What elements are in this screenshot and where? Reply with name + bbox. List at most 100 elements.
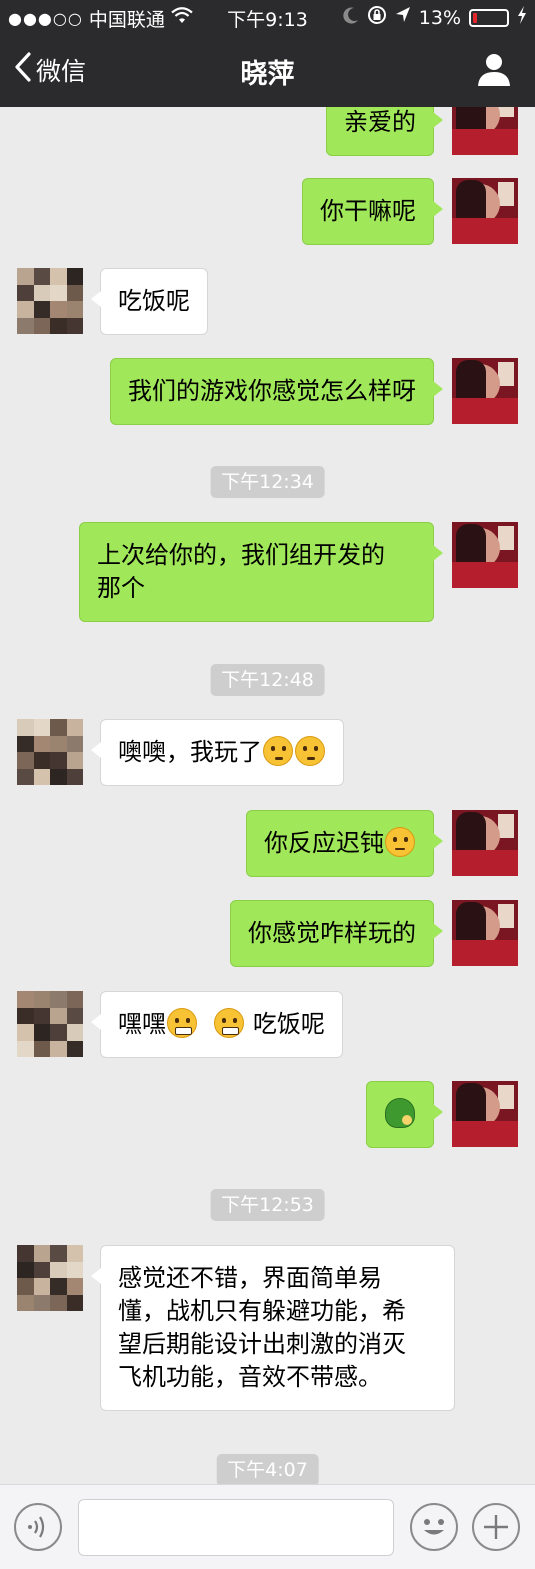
avatar-mosaic-cell [50,268,67,285]
smiley-icon[interactable] [410,1503,458,1551]
monocle-face-emoji [263,736,293,766]
battery-icon [469,8,509,27]
avatar-mosaic-cell [50,768,67,785]
avatar-mosaic-cell [17,752,34,769]
avatar-mosaic-cell [50,1040,67,1057]
message-text: 吃饭呢 [245,1010,325,1038]
my-avatar[interactable] [452,107,518,155]
timestamp: 下午12:34 [210,466,325,498]
avatar-mosaic-cell [50,1007,67,1024]
rotation-lock-icon [367,5,387,30]
avatar-mosaic-cell [50,719,67,736]
avatar-mosaic-cell [66,1040,83,1057]
avatar-mosaic-cell [66,284,83,301]
avatar-mosaic-cell [33,1245,50,1262]
avatar-mosaic-cell [33,1294,50,1311]
message-line: 那个 [97,574,145,602]
contact-avatar[interactable] [17,268,83,334]
avatar-mosaic-cell [66,735,83,752]
chevron-left-icon [14,52,32,88]
avatar-mosaic-cell [17,1245,34,1262]
battery-percent: 13% [418,6,461,29]
avatar-mosaic-cell [33,1040,50,1057]
their-message-bubble[interactable]: 嘿嘿 吃饭呢 [91,991,343,1058]
avatar-mosaic-cell [50,752,67,769]
avatar-mosaic-cell [66,268,83,285]
avatar-mosaic-cell [17,268,34,285]
my-message-bubble[interactable]: 你干嘛呢 [302,178,443,245]
voice-icon[interactable] [14,1503,62,1551]
avatar-mosaic-cell [33,752,50,769]
avatar-mosaic-cell [17,317,34,334]
back-button[interactable]: 微信 [14,52,86,88]
avatar-mosaic-cell [50,284,67,301]
avatar-mosaic-cell [50,1278,67,1295]
my-message-bubble[interactable]: 亲爱的 [326,107,443,156]
my-message-bubble[interactable]: 上次给你的，我们组开发的 那个 [79,522,443,622]
contact-avatar[interactable] [17,1245,83,1311]
input-bar [0,1484,535,1569]
navigation-bar: 微信 晓萍 [0,34,535,107]
their-message-bubble[interactable]: 感觉还不错，界面简单易 懂，战机只有躲避功能，希 望后期能设计出刺激的消灭 飞机… [91,1245,455,1411]
avatar-mosaic-cell [33,301,50,318]
message-line: 上次给你的，我们组开发的 [97,541,385,569]
my-avatar[interactable] [452,358,518,424]
avatar-mosaic-cell [66,301,83,318]
battery-level-fill [473,12,477,23]
avatar-mosaic-cell [66,317,83,334]
timestamp: 下午12:48 [210,664,325,696]
my-message-bubble[interactable]: 我们的游戏你感觉怎么样呀 [110,358,443,425]
message-text: 嘿嘿 [118,1010,166,1038]
avatar-mosaic-cell [66,719,83,736]
avatar-mosaic-cell [33,1024,50,1041]
message-line: 懂，战机只有躲避功能，希 [118,1297,406,1325]
avatar-mosaic-cell [17,1278,34,1295]
avatar-mosaic-cell [17,1261,34,1278]
message-line: 感觉还不错，界面简单易 [118,1264,382,1292]
avatar-mosaic-cell [33,735,50,752]
avatar-mosaic-cell [66,1294,83,1311]
their-message-bubble[interactable]: 噢噢，我玩了 [91,719,344,786]
my-message-bubble[interactable] [366,1081,443,1148]
avatar-mosaic-cell [50,317,67,334]
person-icon[interactable] [475,50,513,88]
avatar-mosaic-cell [33,1261,50,1278]
avatar-mosaic-cell [66,1007,83,1024]
message-text: 噢噢，我玩了 [118,738,262,766]
avatar-mosaic-cell [66,1245,83,1262]
plus-icon[interactable] [472,1503,520,1551]
message-line: 飞机功能，音效不带感。 [118,1363,382,1391]
my-message-bubble[interactable]: 你感觉咋样玩的 [230,900,443,967]
avatar-mosaic-cell [17,1024,34,1041]
avatar-mosaic-cell [50,735,67,752]
message-input[interactable] [78,1499,394,1556]
message-line: 望后期能设计出刺激的消灭 [118,1330,406,1358]
my-message-bubble[interactable]: 你反应迟钝 [246,810,443,877]
my-avatar[interactable] [452,900,518,966]
charging-bolt-icon [517,6,527,29]
my-avatar[interactable] [452,178,518,244]
timestamp: 下午12:53 [210,1189,325,1221]
chat-messages[interactable]: 亲爱的 你干嘛呢 吃饭呢 我们的游戏你感觉怎么样呀 下午12:34 上次给你的，… [0,107,535,1484]
monocle-face-emoji [295,736,325,766]
avatar-mosaic-cell [33,991,50,1008]
avatar-mosaic-cell [33,1007,50,1024]
message-text: 你反应迟钝 [264,829,384,857]
contact-avatar[interactable] [17,719,83,785]
avatar-mosaic-cell [50,1294,67,1311]
their-message-bubble[interactable]: 吃饭呢 [91,268,208,335]
contact-avatar[interactable] [17,991,83,1057]
avatar-mosaic-cell [33,268,50,285]
avatar-mosaic-cell [66,1278,83,1295]
avatar-mosaic-cell [33,719,50,736]
avatar-mosaic-cell [66,1024,83,1041]
avatar-mosaic-cell [50,301,67,318]
my-avatar[interactable] [452,522,518,588]
grinning-face-emoji [214,1008,245,1038]
avatar-mosaic-cell [17,1007,34,1024]
avatar-mosaic-cell [33,768,50,785]
my-avatar[interactable] [452,1081,518,1147]
my-avatar[interactable] [452,810,518,876]
status-bar: ●●●○○ 中国联通 下午9:13 13% [0,0,535,34]
avatar-mosaic-cell [50,1261,67,1278]
